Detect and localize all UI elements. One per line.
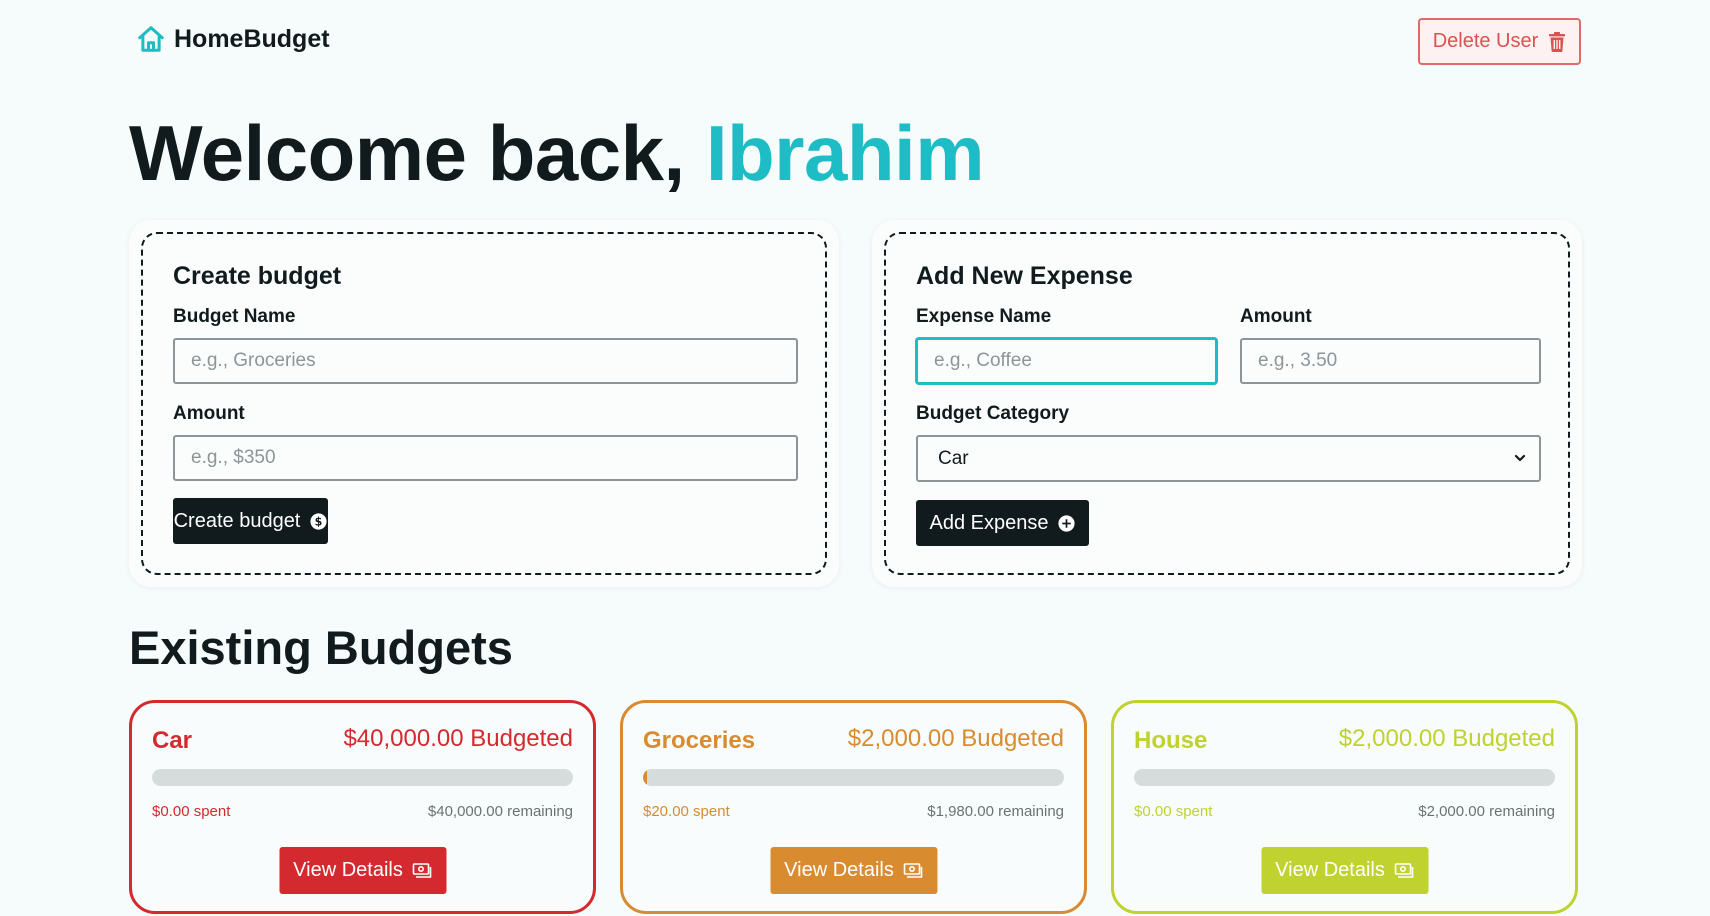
add-expense-title: Add New Expense — [916, 262, 1133, 290]
create-budget-form: Create budget Budget Name Amount Create … — [141, 232, 827, 575]
plus-circle-icon — [1058, 514, 1076, 532]
budget-category-value: Car — [938, 447, 969, 469]
view-details-label: View Details — [784, 859, 894, 881]
svg-text:$: $ — [315, 515, 323, 528]
home-icon — [138, 26, 164, 52]
budget-progress-bar — [1134, 769, 1555, 786]
expense-amount-input[interactable] — [1240, 338, 1541, 384]
dollar-circle-icon: $ — [310, 512, 327, 530]
budget-card: Car $40,000.00 Budgeted $0.00 spent $40,… — [129, 700, 596, 914]
budget-amount-input[interactable] — [173, 435, 798, 481]
view-details-label: View Details — [1275, 859, 1385, 881]
add-expense-button-label: Add Expense — [929, 511, 1049, 534]
add-expense-button[interactable]: Add Expense — [916, 500, 1089, 546]
budget-remaining: $2,000.00 remaining — [1418, 803, 1555, 820]
budget-progress-bar — [152, 769, 573, 786]
budget-spent: $20.00 spent — [643, 803, 730, 820]
budget-card: Groceries $2,000.00 Budgeted $20.00 spen… — [620, 700, 1087, 914]
expense-name-label: Expense Name — [916, 306, 1052, 327]
budget-name-label: Budget Name — [173, 306, 296, 327]
create-budget-card: Create budget Budget Name Amount Create … — [129, 220, 839, 587]
user-name: Ibrahim — [705, 109, 985, 197]
budget-name: Groceries — [643, 727, 756, 754]
budget-category-select[interactable]: Car — [916, 435, 1541, 482]
budget-progress-fill — [643, 769, 648, 786]
create-budget-button-label: Create budget — [173, 509, 301, 532]
delete-user-button[interactable]: Delete User — [1418, 18, 1581, 65]
budget-category-label: Budget Category — [916, 403, 1070, 424]
logo-text: HomeBudget — [174, 24, 330, 53]
budget-spent: $0.00 spent — [152, 803, 231, 820]
add-expense-card: Add New Expense Expense Name Amount Budg… — [872, 220, 1582, 587]
chevron-down-icon — [1514, 454, 1526, 462]
money-bill-icon — [413, 862, 432, 878]
budget-name: Car — [152, 727, 193, 754]
trash-icon — [1549, 31, 1566, 52]
budget-spent: $0.00 spent — [1134, 803, 1213, 820]
budget-amount: $40,000.00 Budgeted — [343, 725, 573, 752]
budget-amount: $2,000.00 Budgeted — [1338, 725, 1555, 752]
view-details-button[interactable]: View Details — [1261, 847, 1428, 894]
budget-amount: $2,000.00 Budgeted — [847, 725, 1064, 752]
budget-remaining: $40,000.00 remaining — [427, 803, 573, 820]
welcome-heading: Welcome back, Ibrahim — [129, 108, 985, 199]
money-bill-icon — [904, 862, 923, 878]
budget-card: House $2,000.00 Budgeted $0.00 spent $2,… — [1111, 700, 1578, 914]
create-budget-button[interactable]: Create budget $ — [173, 498, 328, 544]
page: HomeBudget Delete User Welcome back, Ibr… — [0, 0, 1710, 916]
budget-name-input[interactable] — [173, 338, 798, 384]
expense-name-input[interactable] — [916, 338, 1217, 384]
create-budget-title: Create budget — [173, 262, 342, 290]
welcome-prefix: Welcome back, — [129, 109, 706, 197]
view-details-label: View Details — [293, 859, 403, 881]
budget-name: House — [1134, 727, 1208, 754]
expense-amount-label: Amount — [1240, 306, 1312, 327]
budget-progress-bar — [643, 769, 1064, 786]
logo[interactable]: HomeBudget — [136, 24, 330, 54]
money-bill-icon — [1395, 862, 1414, 878]
view-details-button[interactable]: View Details — [770, 847, 937, 894]
budget-remaining: $1,980.00 remaining — [927, 803, 1064, 820]
add-expense-form: Add New Expense Expense Name Amount Budg… — [884, 232, 1570, 575]
delete-user-label: Delete User — [1432, 30, 1539, 52]
budget-amount-label: Amount — [173, 403, 245, 424]
view-details-button[interactable]: View Details — [279, 847, 446, 894]
existing-budgets-title: Existing Budgets — [129, 621, 513, 674]
